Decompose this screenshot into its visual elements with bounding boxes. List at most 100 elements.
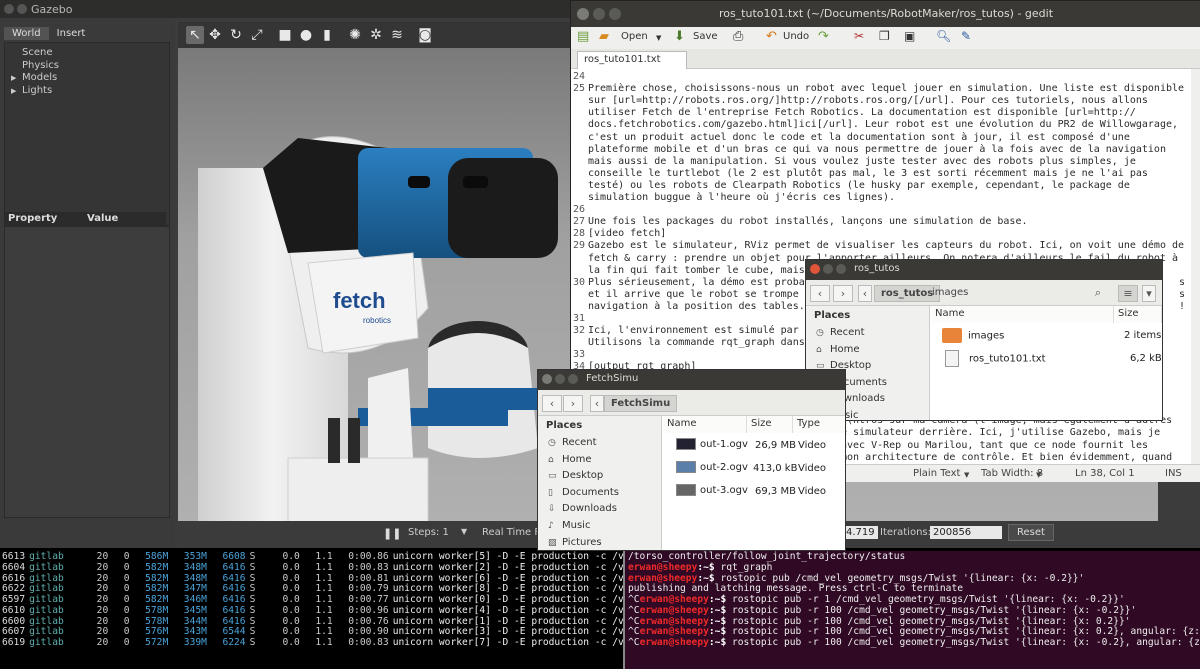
gedit-scrollbar[interactable] (1191, 69, 1200, 464)
gedit-minimize-button[interactable] (593, 8, 605, 20)
forward-icon[interactable]: › (563, 395, 583, 412)
prompt-host: sheepy (662, 561, 698, 573)
gazebo-minimize-button[interactable] (17, 4, 27, 14)
tree-item-scene[interactable]: Scene (8, 47, 168, 60)
cut-icon[interactable]: ✂ (854, 29, 864, 43)
undo-button[interactable]: Undo (783, 31, 809, 42)
process-cpu: 0.0 (282, 561, 300, 573)
fm-simu-close-button[interactable] (542, 374, 552, 384)
terminal-ros-commands[interactable]: /torso_controller/follow_joint_trajector… (625, 551, 1200, 669)
fm-simu-minimize-button[interactable] (555, 374, 565, 384)
text-fragment: e simulateur derrière. Ici, j'utilise Ga… (841, 427, 1161, 439)
search-icon[interactable]: ⌕ (1088, 285, 1108, 302)
language-mode[interactable]: Plain Text (913, 468, 960, 479)
fm-tutos-maximize-button[interactable] (836, 264, 846, 274)
open-folder-icon[interactable]: ▰ (599, 29, 609, 44)
paste-icon[interactable]: ▣ (904, 29, 915, 43)
fm-tutos-minimize-button[interactable] (823, 264, 833, 274)
file-row[interactable]: out-2.ogv (676, 461, 748, 473)
process-mem: 1.1 (315, 604, 333, 616)
copy-icon[interactable]: ❐ (879, 29, 890, 43)
forward-icon[interactable]: › (833, 285, 853, 302)
place-recent[interactable]: ◷ Recent (538, 435, 661, 452)
column-size[interactable]: Size (747, 416, 793, 433)
scale-mode-icon[interactable]: ⤢ (248, 26, 266, 44)
text-line: mais aussi de la manipulation. Si vous v… (588, 155, 1136, 167)
prompt-host: sheepy (674, 637, 709, 648)
search-icon[interactable]: 🔍︎ (936, 29, 951, 43)
tab-insert[interactable]: Insert (49, 27, 94, 40)
text-line: conseille le turtlebot (le 2 est plutôt … (588, 167, 1148, 179)
file-row[interactable]: out-1.ogv (676, 438, 748, 450)
steps-label[interactable]: Steps: 1 (408, 527, 449, 538)
file-row[interactable]: out-3.ogv (676, 484, 748, 496)
file-row[interactable]: ros_tuto101.txt (942, 350, 1046, 367)
save-button[interactable]: Save (693, 31, 718, 42)
place-downloads[interactable]: ⇩Downloads (538, 501, 661, 518)
back-icon[interactable]: ‹ (810, 285, 830, 302)
gazebo-close-button[interactable] (4, 4, 14, 14)
tree-item-physics[interactable]: Physics (8, 60, 168, 73)
point-light-icon[interactable]: ✺ (346, 26, 364, 44)
rotate-mode-icon[interactable]: ↻ (227, 26, 245, 44)
redo-icon[interactable]: ↷ (818, 29, 829, 44)
path-scroll-left-icon[interactable]: ‹ (858, 285, 872, 302)
save-icon[interactable]: ⬇ (674, 29, 685, 44)
column-name[interactable]: Name (663, 416, 747, 433)
tab-width[interactable]: Tab Width: 8 (981, 468, 1043, 479)
place-music[interactable]: ♪Music (538, 518, 661, 535)
screenshot-icon[interactable]: ◙ (416, 26, 434, 44)
spot-light-icon[interactable]: ✲ (367, 26, 385, 44)
tab-width-dropdown-icon[interactable]: ▼ (1036, 471, 1041, 479)
crumb-fetchsimu[interactable]: FetchSimu (604, 395, 678, 412)
open-dropdown-icon[interactable]: ▼ (656, 34, 661, 42)
sphere-shape-icon[interactable]: ● (297, 26, 315, 44)
new-document-icon[interactable]: ▤ (577, 29, 589, 44)
tab-world[interactable]: World (4, 27, 49, 40)
path-scroll-left-icon[interactable]: ‹ (590, 395, 604, 412)
tree-item-models[interactable]: ▶ Models (8, 72, 168, 85)
open-button[interactable]: Open (621, 31, 648, 42)
back-icon[interactable]: ‹ (542, 395, 562, 412)
place-documents[interactable]: ▯Documents (538, 485, 661, 502)
fm-tutos-close-button[interactable] (810, 264, 820, 274)
column-name[interactable]: Name (931, 306, 1114, 323)
print-icon[interactable]: ⎙ (733, 29, 743, 44)
place-desktop[interactable]: ▭ Desktop (538, 468, 661, 485)
tree-item-lights[interactable]: ▶ Lights (8, 85, 168, 98)
select-mode-icon[interactable]: ↖ (186, 26, 204, 44)
tab-ros-tuto101[interactable]: ros_tuto101.txt (577, 51, 687, 69)
box-shape-icon[interactable]: ■ (276, 26, 294, 44)
translate-mode-icon[interactable]: ✥ (206, 26, 224, 44)
column-size[interactable]: Size (1114, 306, 1162, 323)
cursor-position: Ln 38, Col 1 (1075, 468, 1135, 479)
place-home[interactable]: ⌂ Home (538, 452, 661, 469)
directional-light-icon[interactable]: ≋ (388, 26, 406, 44)
crumb-images[interactable]: images (926, 285, 974, 302)
process-ni: 0 (123, 626, 130, 638)
steps-dropdown-icon[interactable]: ▼ (461, 527, 467, 536)
robot-arm-band (428, 388, 540, 410)
gedit-close-button[interactable] (577, 8, 589, 20)
home-icon: ⌂ (816, 344, 822, 355)
list-view-icon[interactable]: ≡ (1118, 285, 1138, 302)
gedit-maximize-button[interactable] (609, 8, 621, 20)
view-options-icon[interactable]: ▾ (1142, 285, 1156, 302)
place-home[interactable]: ⌂ Home (806, 342, 929, 359)
file-row[interactable]: images (942, 328, 1004, 343)
terminal-top-output[interactable]: 6613 gitlab 20 0 586M 353M 6608 S 0.0 1.1 0:00.86 u… (0, 551, 623, 669)
column-type[interactable]: Type (793, 416, 845, 433)
place-recent[interactable]: ◷ Recent (806, 325, 929, 342)
file-type: Video (798, 463, 827, 474)
cylinder-shape-icon[interactable]: ▮ (318, 26, 336, 44)
reset-button[interactable]: Reset (1008, 524, 1054, 541)
text-line: Première chose, choisissons-nous un robo… (588, 83, 1185, 95)
mode-dropdown-icon[interactable]: ▼ (964, 471, 969, 479)
robot-gripper-body (287, 457, 429, 523)
fm-simu-maximize-button[interactable] (568, 374, 578, 384)
pause-icon[interactable]: ❚❚ (383, 527, 401, 540)
replace-icon[interactable]: ✎ (961, 29, 971, 43)
place-pictures[interactable]: ▨ Pictures (538, 535, 661, 550)
file-manager-ros-tutos: ros_tutos ‹ › ‹ ros_tutos images ⌕ ≡ ▾ P… (805, 259, 1163, 421)
undo-icon[interactable]: ↶ (766, 29, 777, 44)
